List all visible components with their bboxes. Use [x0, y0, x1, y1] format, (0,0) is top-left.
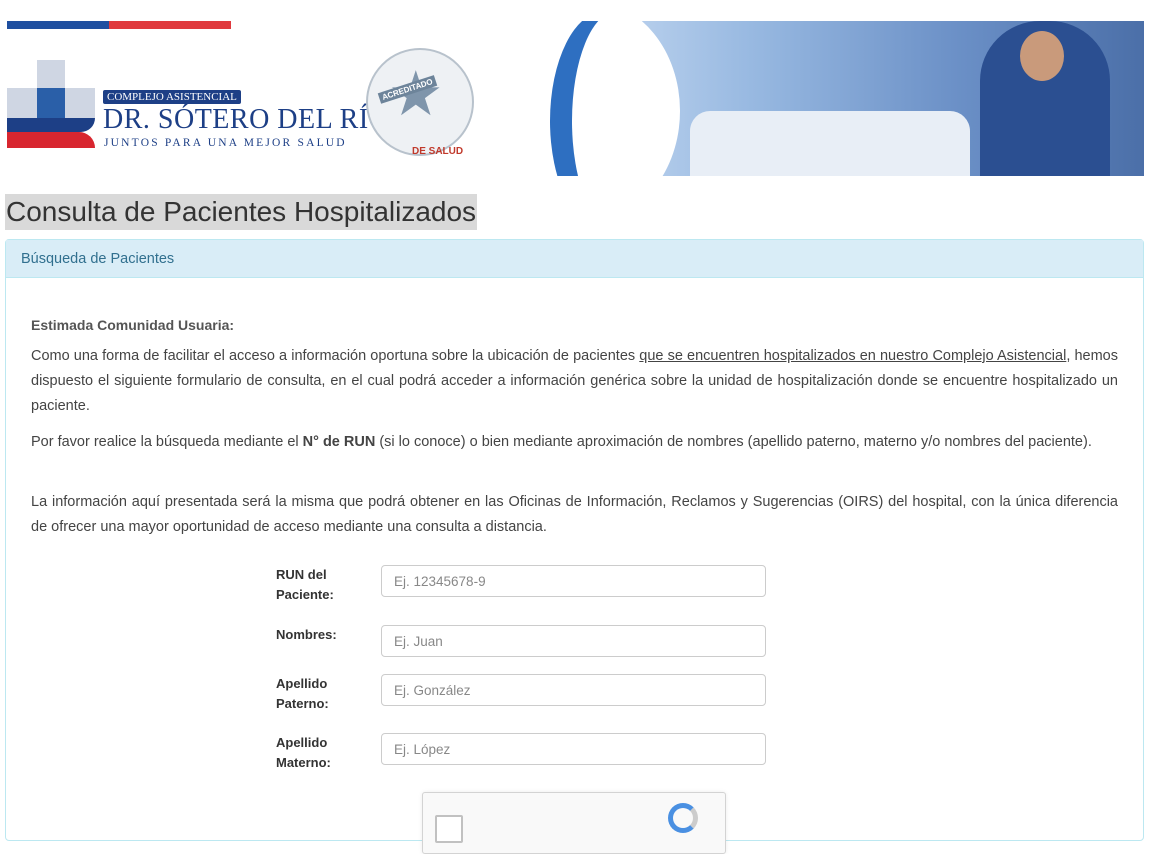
intro-paragraph-1: Como una forma de facilitar el acceso a … [31, 348, 1118, 414]
header-banner-image [540, 21, 1144, 176]
hospital-logo[interactable]: COMPLEJO ASISTENCIAL DR. SÓTERO DEL RÍO … [7, 60, 389, 160]
paterno-label: Apellido Paterno: [276, 676, 329, 711]
logo-badge: COMPLEJO ASISTENCIAL [103, 90, 241, 104]
flag-red-segment [109, 21, 231, 29]
page-title: Consulta de Pacientes Hospitalizados [5, 194, 478, 230]
nombres-label: Nombres: [276, 627, 337, 642]
panel-heading: Búsqueda de Pacientes [6, 240, 1143, 278]
flag-blue-segment [7, 21, 109, 29]
run-bold-text: N° de RUN [302, 434, 376, 450]
cross-logo-icon [7, 60, 95, 148]
logo-name: DR. SÓTERO DEL RÍO [103, 104, 390, 135]
intro-title: Estimada Comunidad Usuaria: [31, 317, 235, 333]
materno-label: Apellido Materno: [276, 735, 331, 770]
recaptcha-checkbox[interactable] [435, 815, 463, 843]
seal-footer: DE SALUD [412, 146, 464, 157]
intro-paragraph-2: Por favor realice la búsqueda mediante e… [31, 434, 1092, 450]
hospitalized-info-link[interactable]: que se encuentren hospitalizados en nues… [639, 348, 1066, 364]
recaptcha-widget [422, 792, 726, 854]
hospital-bed-image [690, 111, 970, 176]
paterno-input[interactable] [381, 674, 766, 706]
accreditation-seal-icon: ★ ACREDITADO [366, 48, 474, 156]
materno-input[interactable] [381, 733, 766, 765]
nombres-input[interactable] [381, 625, 766, 657]
intro-paragraph-3: La información aquí presentada será la m… [31, 494, 1118, 535]
logo-tagline: JUNTOS PARA UNA MEJOR SALUD [104, 137, 347, 149]
run-label: RUN del Paciente: [276, 567, 334, 602]
recaptcha-logo-icon [668, 803, 698, 833]
flag-stripe [7, 21, 231, 29]
search-panel: Búsqueda de Pacientes Estimada Comunidad… [5, 239, 1144, 854]
run-input[interactable] [381, 565, 766, 597]
